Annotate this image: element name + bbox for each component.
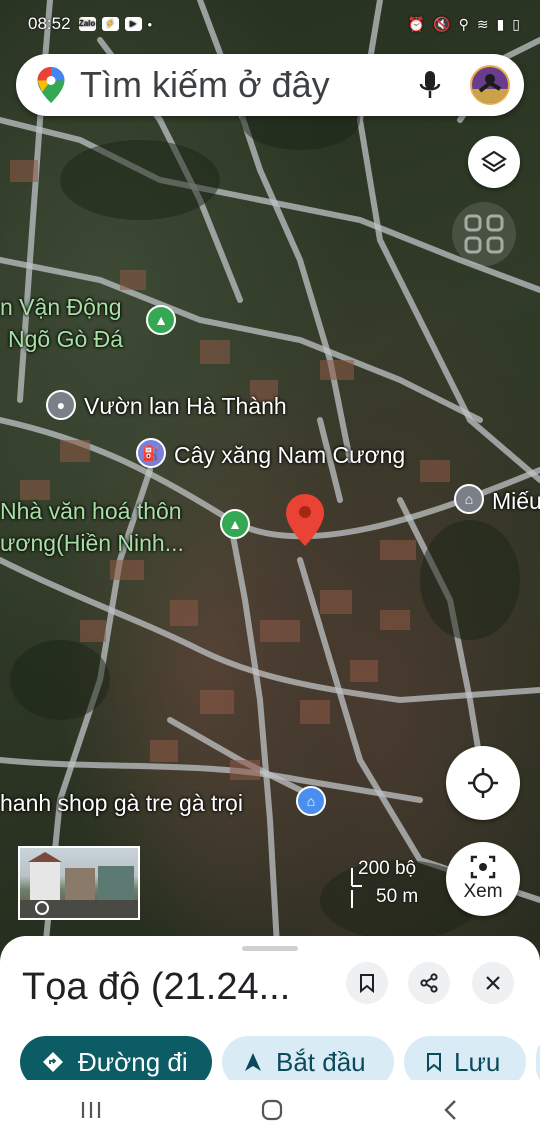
messenger-icon: ⚡ (101, 17, 119, 31)
share-button[interactable] (408, 962, 450, 1004)
scale-metric: 50 m (376, 886, 419, 907)
clock: 08:52 (28, 14, 71, 33)
wifi-icon: ≋ (476, 15, 489, 32)
drag-handle[interactable] (242, 946, 298, 951)
place-label-shop[interactable]: hanh shop gà tre gà trọi (0, 790, 243, 817)
place-title: Tọa độ (21.24... (22, 966, 291, 1008)
close-button[interactable] (472, 962, 514, 1004)
scale-imperial: 200 bộ (358, 858, 417, 879)
save-button[interactable]: Lưu (404, 1036, 526, 1080)
museum-icon[interactable]: ⌂ (454, 484, 484, 514)
shopping-bag-icon[interactable]: ⌂ (296, 786, 326, 816)
grid-icon (464, 214, 504, 254)
bookmark-icon (360, 974, 374, 993)
view-lens-button[interactable]: Xem (446, 842, 520, 916)
back-icon[interactable] (441, 1098, 461, 1122)
alarm-icon: ⏰ (407, 15, 426, 32)
place-label-van-dong[interactable]: n Vận Động (0, 294, 121, 321)
search-input[interactable]: Tìm kiếm ở đây (80, 64, 418, 106)
place-label-cay-xang[interactable]: Cây xăng Nam Cương (174, 442, 405, 469)
system-navigation-bar (0, 1080, 540, 1140)
place-label-mieu[interactable]: Miếu (492, 488, 540, 515)
directions-icon (43, 1052, 63, 1072)
zalo-icon: Zalo (78, 17, 96, 31)
place-label-nha-van-hoa[interactable]: Nhà văn hoá thôn (0, 498, 182, 525)
dropped-pin-marker[interactable] (286, 494, 324, 546)
youtube-icon: ▶ (124, 17, 142, 31)
bookmark-button[interactable] (346, 962, 388, 1004)
more-chip[interactable] (536, 1036, 540, 1080)
explore-grid-button[interactable] (452, 202, 516, 266)
home-icon[interactable] (260, 1098, 284, 1122)
save-label: Lưu (454, 1046, 501, 1077)
microphone-icon[interactable] (418, 69, 442, 101)
place-pin-icon[interactable]: ● (46, 390, 76, 420)
navigation-arrow-icon (245, 1053, 261, 1071)
gas-station-icon[interactable]: ⛽ (136, 438, 166, 468)
google-maps-pin-icon (37, 67, 65, 103)
avatar[interactable] (470, 65, 510, 105)
view-button-label: Xem (463, 881, 503, 902)
bookmark-icon (427, 1053, 441, 1072)
crosshair-icon (468, 768, 498, 798)
directions-button[interactable]: Đường đi (20, 1036, 212, 1080)
start-button[interactable]: Bắt đầu (222, 1036, 394, 1080)
location-icon: ⚲ (458, 15, 469, 32)
status-bar: 08:52 Zalo ⚡ ▶ • ⏰ 🔇 ⚲ ≋ ▮ ▯ (28, 10, 520, 38)
close-icon (486, 976, 500, 990)
map-scale: 200 bộ 50 m (350, 858, 418, 908)
start-label: Bắt đầu (276, 1046, 366, 1077)
layers-icon (481, 150, 507, 173)
search-bar[interactable]: Tìm kiếm ở đây (16, 54, 524, 116)
layers-button[interactable] (468, 136, 520, 188)
share-icon (420, 973, 438, 993)
place-label-ngo-go-da[interactable]: Ngõ Gò Đá (8, 326, 123, 353)
battery-icon: ▯ (512, 15, 520, 32)
signal-icon: ▮ (496, 15, 505, 32)
dot-icon: • (147, 16, 153, 32)
place-bottom-sheet[interactable]: Tọa độ (21.24... Đường đi Bắt đầu Lưu (0, 936, 540, 1080)
camera-lens-icon (470, 855, 496, 879)
directions-label: Đường đi (78, 1046, 188, 1077)
park-icon[interactable]: ▲ (220, 509, 250, 539)
my-location-button[interactable] (446, 746, 520, 820)
park-icon[interactable]: ▲ (146, 305, 176, 335)
place-label-nha-van-hoa-cont[interactable]: ương(Hiền Ninh... (0, 530, 184, 557)
recent-apps-icon[interactable] (79, 1099, 103, 1121)
place-label-vuon-lan[interactable]: Vườn lan Hà Thành (84, 393, 287, 420)
mute-icon: 🔇 (433, 15, 451, 32)
street-view-thumbnail[interactable] (18, 846, 140, 920)
